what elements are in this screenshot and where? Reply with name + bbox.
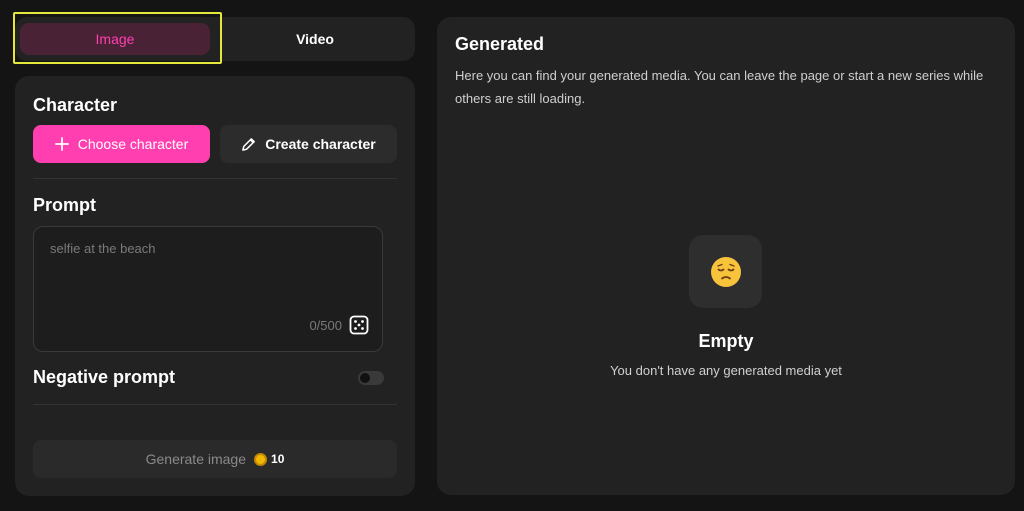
create-character-button[interactable]: Create character — [220, 125, 397, 163]
create-character-label: Create character — [265, 136, 376, 152]
negative-prompt-toggle[interactable] — [358, 371, 384, 385]
left-panel: Character Choose character Create charac… — [15, 76, 415, 496]
generated-title: Generated — [455, 34, 545, 54]
generated-panel: Generated Here you can find your generat… — [437, 17, 1015, 495]
tab-image[interactable]: Image — [20, 23, 210, 55]
cost-value: 10 — [271, 452, 285, 466]
prompt-title: Prompt — [33, 195, 96, 215]
empty-icon-box — [689, 235, 762, 308]
divider — [33, 404, 397, 405]
tab-image-label: Image — [95, 31, 135, 47]
generate-image-label: Generate image — [145, 451, 247, 467]
prompt-input[interactable]: selfie at the beach 0/500 — [33, 226, 383, 352]
negative-prompt-title: Negative prompt — [33, 367, 176, 387]
divider — [33, 178, 397, 179]
character-title: Character — [33, 95, 118, 115]
page: Image Video Character Choose character C… — [0, 0, 1024, 511]
toggle-knob — [360, 373, 370, 383]
tab-video[interactable]: Video — [220, 23, 410, 55]
sad-face-icon — [710, 256, 741, 287]
cost-badge: 10 — [254, 452, 284, 466]
generated-description: Here you can find your generated media. … — [455, 68, 984, 106]
prompt-placeholder: selfie at the beach — [50, 241, 156, 256]
tab-video-label: Video — [296, 31, 334, 47]
pencil-icon — [242, 137, 256, 151]
coin-icon — [254, 452, 268, 466]
generate-image-button[interactable]: Generate image 10 — [33, 440, 397, 478]
choose-character-button[interactable]: Choose character — [33, 125, 210, 163]
char-count: 0/500 — [309, 318, 342, 333]
choose-character-label: Choose character — [77, 136, 189, 152]
mode-tabs: Image Video — [15, 17, 415, 61]
empty-title: Empty — [698, 331, 754, 351]
dice-icon[interactable] — [349, 315, 369, 335]
plus-icon — [54, 137, 69, 151]
empty-subtitle: You don't have any generated media yet — [610, 363, 842, 378]
